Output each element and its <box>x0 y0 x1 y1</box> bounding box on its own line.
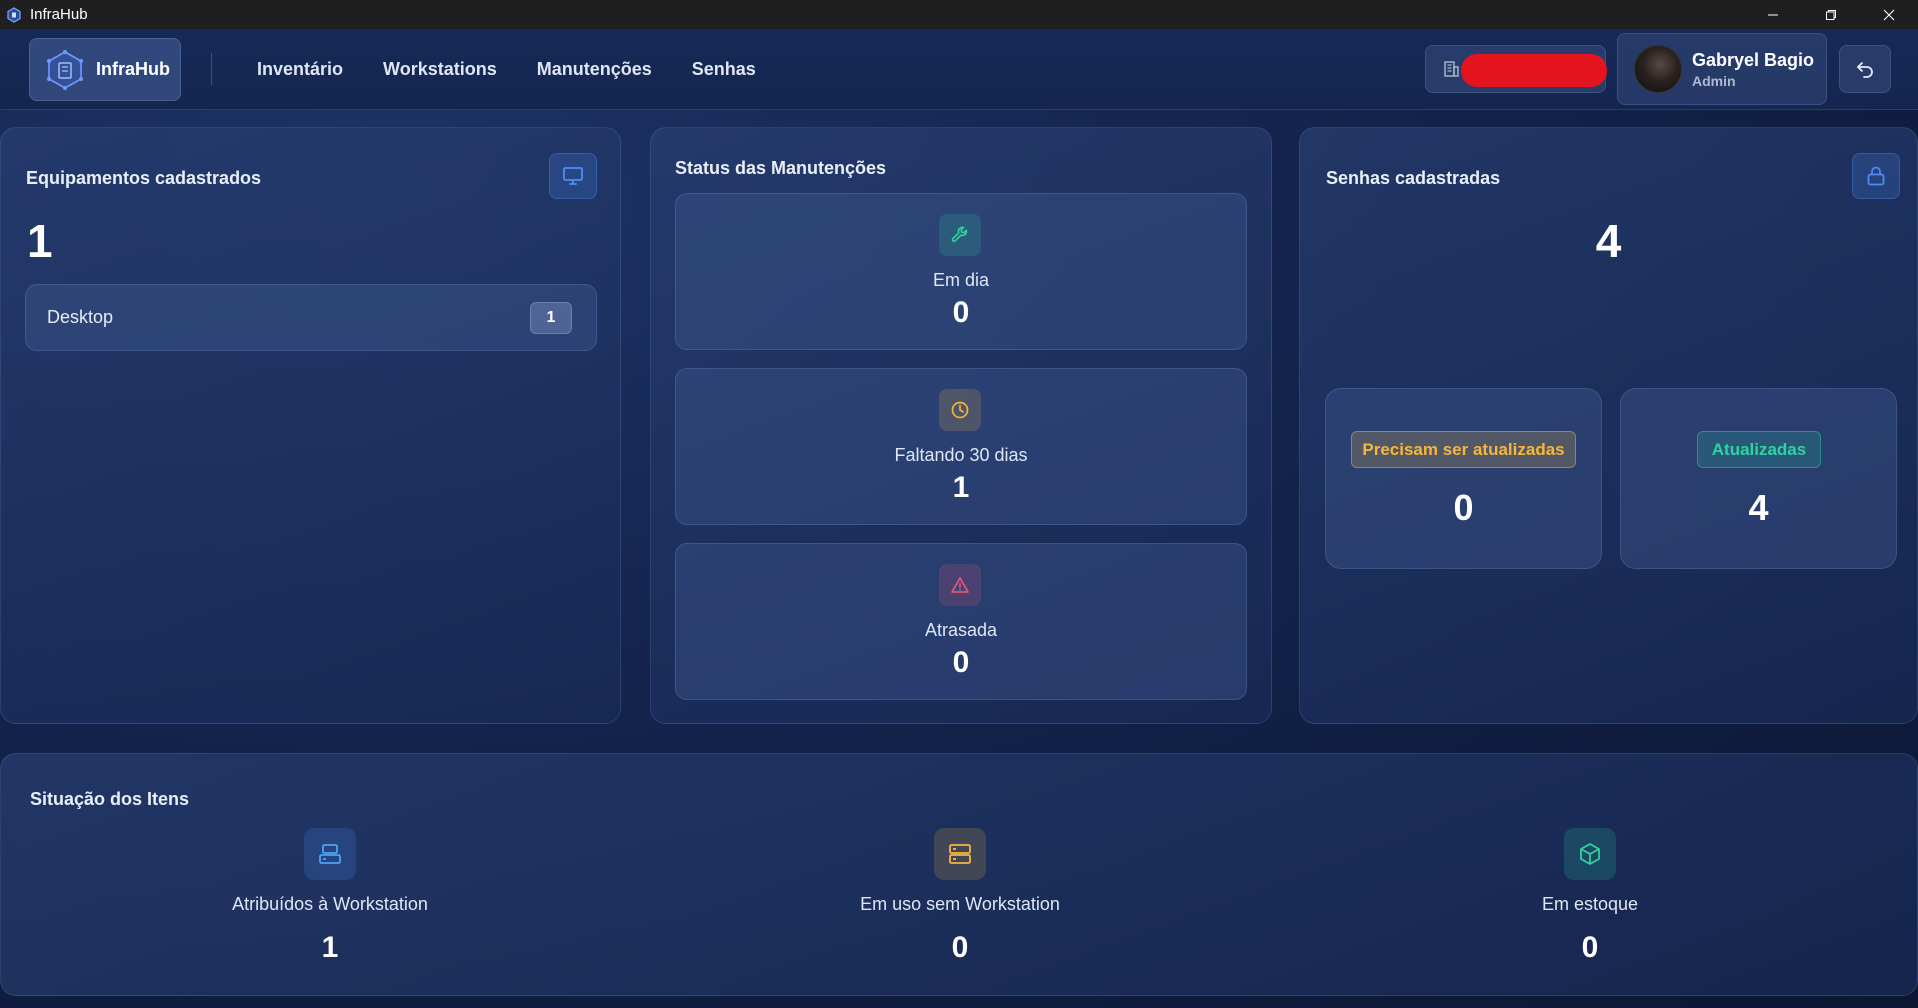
equipamento-row-desktop[interactable]: Desktop 1 <box>25 284 597 351</box>
window-title: InfraHub <box>30 6 88 23</box>
clock-icon <box>951 401 969 419</box>
situacao-em-estoque[interactable]: Em estoque 0 <box>1410 828 1770 965</box>
em-uso-icon-chip <box>934 828 986 880</box>
user-profile[interactable]: Gabryel Bagio Admin <box>1617 33 1827 105</box>
em-estoque-icon-chip <box>1564 828 1616 880</box>
equipamento-count-badge: 1 <box>530 302 572 334</box>
minimize-button[interactable] <box>1744 0 1802 29</box>
building-icon <box>1444 61 1459 77</box>
atribuidos-label: Atribuídos à Workstation <box>232 894 428 914</box>
brand-home-button[interactable]: InfraHub <box>29 38 181 101</box>
lock-icon <box>1867 166 1885 186</box>
company-selector[interactable] <box>1425 45 1607 93</box>
manutencao-atrasada[interactable]: Atrasada 0 <box>675 543 1247 700</box>
main-nav: Inventário Workstations Manutenções Senh… <box>257 29 756 110</box>
em-uso-value: 0 <box>951 931 969 964</box>
senhas-card: Senhas cadastradas 4 Precisam ser atuali… <box>1299 127 1918 724</box>
manutencoes-title: Status das Manutenções <box>675 158 887 178</box>
faltando-label: Faltando 30 dias <box>894 445 1028 465</box>
minimize-icon <box>1768 14 1778 15</box>
em-estoque-label: Em estoque <box>1541 894 1639 914</box>
precisam-atualizar-value: 0 <box>1453 487 1474 528</box>
manutencao-em-dia[interactable]: Em dia 0 <box>675 193 1247 350</box>
equipamentos-title: Equipamentos cadastrados <box>26 168 262 188</box>
warning-triangle-icon <box>951 577 969 593</box>
brand-name: InfraHub <box>96 59 170 79</box>
close-button[interactable] <box>1860 0 1918 29</box>
user-name: Gabryel Bagio <box>1692 49 1815 70</box>
nav-link-inventario[interactable]: Inventário <box>257 59 343 80</box>
nav-link-manutencoes[interactable]: Manutenções <box>537 59 652 80</box>
top-navbar: InfraHub Inventário Workstations Manuten… <box>0 29 1918 110</box>
equipamentos-total: 1 <box>27 215 53 267</box>
atrasada-value: 0 <box>952 646 970 679</box>
atrasada-label: Atrasada <box>924 620 998 640</box>
server-icon <box>949 844 971 864</box>
faltando-value: 1 <box>952 471 970 504</box>
equipamento-type-label: Desktop <box>47 307 114 327</box>
situacao-atribuidos[interactable]: Atribuídos à Workstation 1 <box>150 828 510 965</box>
em-uso-label: Em uso sem Workstation <box>860 894 1060 914</box>
atrasada-icon-chip <box>939 564 981 606</box>
em-dia-icon-chip <box>939 214 981 256</box>
em-estoque-value: 0 <box>1581 931 1599 964</box>
avatar <box>1634 45 1682 93</box>
restore-icon <box>1826 9 1836 20</box>
manutencoes-card: Status das Manutenções Em dia 0 Faltando… <box>650 127 1272 724</box>
em-dia-value: 0 <box>952 296 970 329</box>
user-role: Admin <box>1692 72 1736 89</box>
situacao-em-uso-sem-workstation[interactable]: Em uso sem Workstation 0 <box>780 828 1140 965</box>
atribuidos-value: 1 <box>321 931 339 964</box>
close-icon <box>1883 9 1895 20</box>
atribuidos-icon-chip <box>304 828 356 880</box>
restore-button[interactable] <box>1802 0 1860 29</box>
workstation-icon <box>319 844 341 864</box>
precisam-atualizar-badge: Precisam ser atualizadas <box>1351 431 1576 468</box>
logout-arrow-icon <box>1857 62 1873 78</box>
nav-link-senhas[interactable]: Senhas <box>692 59 756 80</box>
monitor-icon <box>563 167 583 185</box>
em-dia-label: Em dia <box>932 270 990 290</box>
infrahub-logo-icon <box>47 49 83 90</box>
atualizadas-badge: Atualizadas <box>1697 431 1821 468</box>
senhas-icon-chip <box>1852 153 1900 199</box>
senhas-total: 4 <box>1595 215 1622 267</box>
app-icon <box>7 6 21 23</box>
redacted-company-name <box>1461 54 1607 87</box>
nav-divider <box>211 53 212 85</box>
window-titlebar: InfraHub <box>0 0 1918 29</box>
senhas-atualizadas[interactable]: Atualizadas 4 <box>1620 388 1897 569</box>
nav-link-workstations[interactable]: Workstations <box>383 59 497 80</box>
wrench-icon <box>951 226 968 243</box>
faltando-icon-chip <box>939 389 981 431</box>
situacao-title: Situação dos Itens <box>30 789 190 809</box>
equipamentos-card: Equipamentos cadastrados 1 Desktop 1 <box>0 127 621 724</box>
logout-button[interactable] <box>1839 45 1891 93</box>
package-box-icon <box>1580 843 1600 865</box>
manutencao-faltando-30-dias[interactable]: Faltando 30 dias 1 <box>675 368 1247 525</box>
senhas-precisam-atualizar[interactable]: Precisam ser atualizadas 0 <box>1325 388 1602 569</box>
equipamentos-icon-chip <box>549 153 597 199</box>
senhas-title: Senhas cadastradas <box>1326 168 1501 188</box>
atualizadas-value: 4 <box>1748 487 1769 528</box>
